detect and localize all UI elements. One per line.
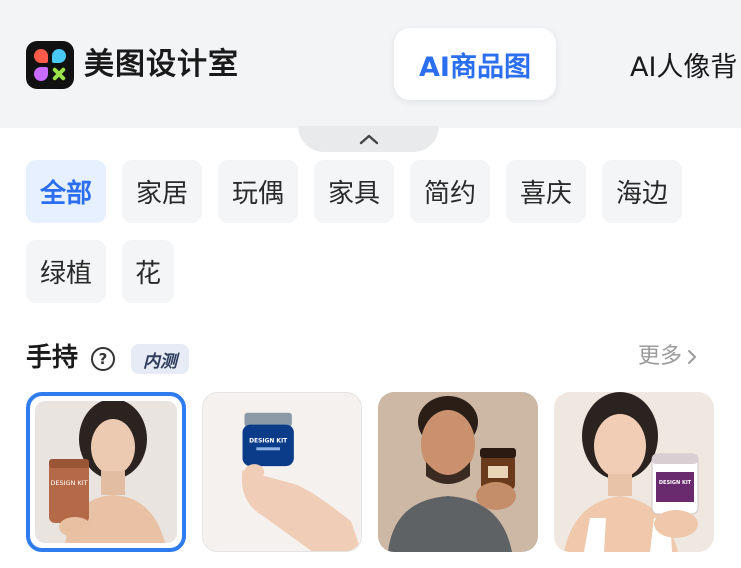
jar-label-text: DESIGN KIT [50,479,87,487]
thumbnail-woman-holding-clay-jar[interactable]: DESIGN KIT [26,392,186,552]
woman-holding-jar-image: DESIGN KIT [35,401,177,543]
man-holding-jar-image [378,392,538,552]
thumbnail-man-holding-amber-jar[interactable] [378,392,538,552]
section-title: 手持 [26,343,79,373]
jar-label-text: DESIGN KIT [659,480,692,486]
category-chip-doll[interactable]: 玩偶 [218,160,298,223]
category-chip-festive[interactable]: 喜庆 [506,160,586,223]
chevron-up-icon [359,134,378,145]
category-chip-all[interactable]: 全部 [26,160,106,223]
category-chip-minimal[interactable]: 简约 [410,160,490,223]
thumbnail-hand-holding-blue-jar[interactable]: DESIGN KIT [202,392,362,552]
category-chip-furniture[interactable]: 家具 [314,160,394,223]
category-chip-seaside[interactable]: 海边 [602,160,682,223]
collapse-button[interactable] [298,126,439,152]
tab-ai-product-image[interactable]: AI商品图 [394,28,556,100]
jar-label-text: DESIGN KIT [249,438,287,444]
app-logo-icon[interactable] [26,41,74,89]
more-link-label: 更多 [638,344,683,369]
hand-holding-jar-image: DESIGN KIT [203,393,361,551]
beta-badge: 内测 [131,344,189,374]
thumbnail-woman-holding-purple-jar[interactable]: DESIGN KIT [554,392,714,552]
chevron-right-icon [688,350,697,364]
woman-holding-jar-image: DESIGN KIT [554,392,714,552]
tab-ai-portrait-background[interactable]: AI人像背 [630,28,737,100]
app-name: 美图设计室 [84,47,239,82]
category-chip-flowers[interactable]: 花 [122,240,174,303]
more-link[interactable]: 更多 [638,342,698,372]
category-chip-plants[interactable]: 绿植 [26,240,106,303]
top-bar: 美图设计室 AI商品图 AI人像背 [0,0,741,128]
help-icon[interactable]: ? [91,347,115,371]
category-chip-home[interactable]: 家居 [122,160,202,223]
